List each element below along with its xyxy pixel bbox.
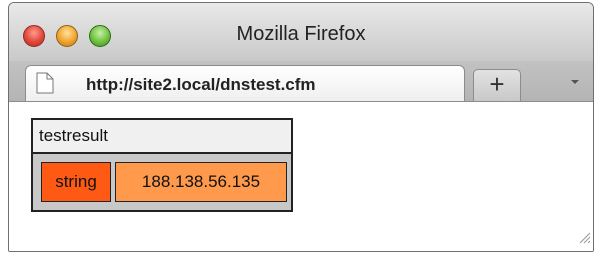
tab-list-button[interactable] bbox=[565, 75, 585, 89]
title-bar: Mozilla Firefox bbox=[9, 3, 593, 61]
page-icon bbox=[36, 72, 54, 99]
dump-row: string 188.138.56.135 bbox=[31, 154, 293, 212]
dump-value-cell: 188.138.56.135 bbox=[115, 162, 287, 202]
cfdump-struct: testresult string 188.138.56.135 bbox=[31, 118, 293, 212]
tab-strip: http://site2.local/dnstest.cfm + bbox=[9, 61, 593, 102]
new-tab-button[interactable]: + bbox=[473, 69, 521, 101]
dump-type-cell[interactable]: string bbox=[41, 162, 111, 202]
browser-window: Mozilla Firefox http://site2.local/dnste… bbox=[8, 2, 594, 252]
resize-grip-icon[interactable] bbox=[577, 230, 591, 249]
dump-header[interactable]: testresult bbox=[31, 118, 293, 154]
chevron-down-icon bbox=[565, 76, 585, 93]
page-content: testresult string 188.138.56.135 bbox=[9, 102, 593, 251]
tab-active[interactable]: http://site2.local/dnstest.cfm bbox=[25, 65, 465, 101]
window-title: Mozilla Firefox bbox=[236, 23, 366, 45]
tab-title: http://site2.local/dnstest.cfm bbox=[86, 75, 316, 94]
plus-icon: + bbox=[489, 69, 505, 99]
